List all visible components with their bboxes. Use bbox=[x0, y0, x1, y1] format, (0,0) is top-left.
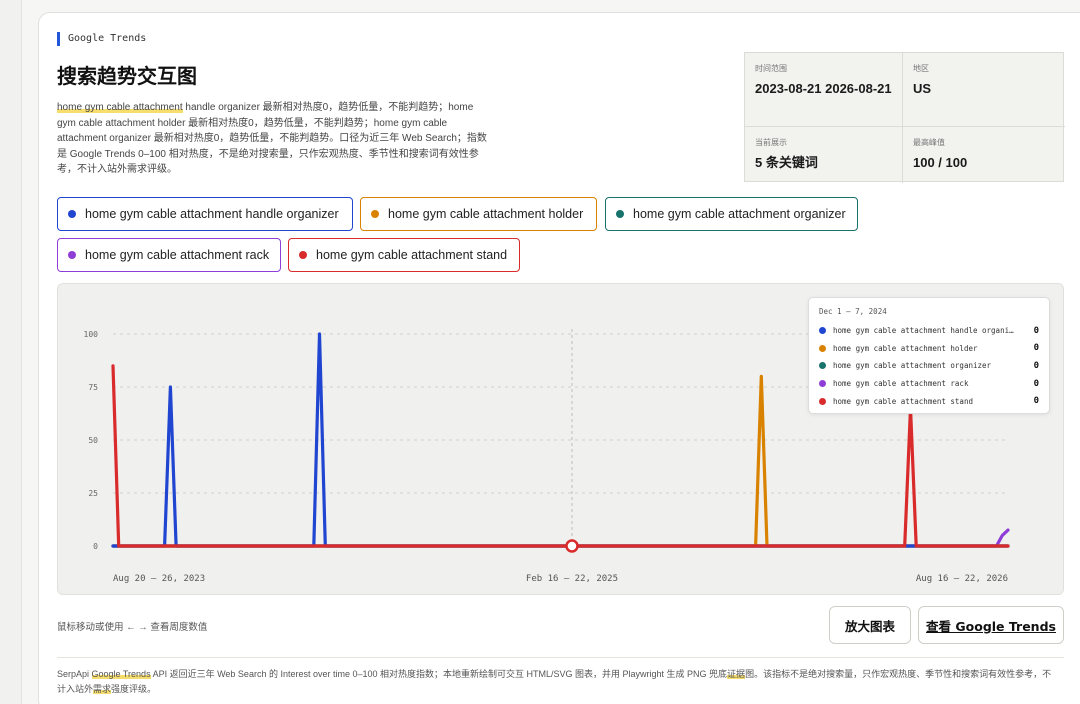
tooltip-series-value: 0 bbox=[1033, 360, 1039, 371]
footer-text: 强度评级。 bbox=[111, 684, 157, 694]
stats-panel: 时间范围 2023-08-21 2026-08-21 地区 US 当前展示 5 … bbox=[744, 52, 1065, 183]
series-dot-icon bbox=[819, 327, 826, 335]
stat-value: 2023-08-21 2026-08-21 bbox=[755, 81, 892, 96]
series-dot-icon bbox=[68, 251, 76, 259]
page-title: 搜索趋势交互图 bbox=[57, 64, 197, 88]
summary-highlight: home gym cable attachment bbox=[57, 102, 183, 113]
tooltip-series-name: home gym cable attachment holder bbox=[833, 343, 978, 353]
hover-point-marker bbox=[565, 539, 579, 553]
stat-value: US bbox=[913, 81, 932, 96]
tooltip-series-name: home gym cable attachment handle organi… bbox=[833, 326, 1014, 336]
series-dot-icon bbox=[819, 380, 826, 388]
y-tick-label: 100 bbox=[84, 330, 99, 339]
tooltip-series-value: 0 bbox=[1033, 396, 1039, 407]
keyword-chip-handle-organizer[interactable]: home gym cable attachment handle organiz… bbox=[57, 197, 353, 231]
stat-label: 最高峰值 bbox=[913, 138, 945, 147]
keyboard-hint: 鼠标移动或使用 ← → 查看周度数值 bbox=[57, 622, 208, 633]
y-tick-label: 25 bbox=[88, 489, 98, 498]
keyword-chip-rack[interactable]: home gym cable attachment rack bbox=[57, 238, 281, 272]
stat-value: 5 条关键词 bbox=[755, 155, 818, 170]
tooltip-row: home gym cable attachment rack 0 bbox=[819, 375, 1039, 393]
view-google-trends-button[interactable]: 查看 Google Trends bbox=[918, 606, 1064, 644]
y-tick-label: 75 bbox=[88, 383, 98, 392]
y-tick-label: 50 bbox=[88, 436, 98, 445]
tooltip-row: home gym cable attachment handle organi…… bbox=[819, 322, 1039, 340]
zoom-chart-button[interactable]: 放大图表 bbox=[829, 606, 911, 644]
keyword-chip-organizer[interactable]: home gym cable attachment organizer bbox=[605, 197, 858, 231]
footer-divider bbox=[57, 657, 1064, 658]
tooltip-series-name: home gym cable attachment rack bbox=[833, 379, 969, 389]
footer-highlight: 证据 bbox=[727, 669, 746, 679]
series-dot-icon bbox=[819, 344, 826, 352]
footer-note: SerpApi Google Trends API 返回近三年 Web Sear… bbox=[57, 667, 1057, 697]
tooltip-series-value: 0 bbox=[1033, 343, 1039, 354]
tooltip-series-name: home gym cable attachment organizer bbox=[833, 361, 992, 371]
footer-text: API 返回近三年 Web Search 的 Interest over tim… bbox=[150, 669, 728, 679]
footer-highlight: 需求 bbox=[93, 684, 112, 694]
y-tick-label: 0 bbox=[93, 542, 98, 551]
series-dot-icon bbox=[371, 210, 379, 218]
tooltip-row: home gym cable attachment stand 0 bbox=[819, 392, 1039, 410]
stat-showing: 当前展示 5 条关键词 bbox=[745, 127, 903, 183]
summary-text: home gym cable attachment handle organiz… bbox=[57, 100, 487, 178]
tooltip-series-value: 0 bbox=[1033, 378, 1039, 389]
footer-highlight: Google Trends bbox=[91, 669, 151, 679]
chip-label: home gym cable attachment stand bbox=[316, 248, 508, 262]
stat-label: 当前展示 bbox=[755, 138, 787, 147]
x-tick-label: Aug 16 – 22, 2026 bbox=[916, 574, 1008, 584]
chip-label: home gym cable attachment rack bbox=[85, 248, 270, 262]
series-line-3 bbox=[111, 528, 1010, 548]
stat-label: 时间范围 bbox=[755, 64, 787, 73]
series-dot-icon bbox=[819, 362, 826, 370]
chart-tooltip: Dec 1 – 7, 2024 home gym cable attachmen… bbox=[808, 297, 1050, 414]
stat-label: 地区 bbox=[913, 64, 929, 73]
series-dot-icon bbox=[819, 397, 826, 405]
stat-peak: 最高峰值 100 / 100 bbox=[903, 127, 1065, 183]
chip-label: home gym cable attachment organizer bbox=[633, 207, 846, 221]
source-tag: Google Trends bbox=[57, 32, 146, 46]
x-tick-label: Aug 20 – 26, 2023 bbox=[113, 574, 205, 584]
series-dot-icon bbox=[299, 251, 307, 259]
tooltip-row: home gym cable attachment holder 0 bbox=[819, 340, 1039, 358]
chip-label: home gym cable attachment handle organiz… bbox=[85, 207, 339, 221]
keyword-chip-stand[interactable]: home gym cable attachment stand bbox=[288, 238, 520, 272]
footer-text: SerpApi bbox=[57, 669, 92, 679]
x-tick-label: Feb 16 – 22, 2025 bbox=[526, 574, 618, 584]
stat-value: 100 / 100 bbox=[913, 155, 968, 170]
left-panel-edge bbox=[0, 0, 22, 704]
series-dot-icon bbox=[616, 210, 624, 218]
chip-label: home gym cable attachment holder bbox=[388, 207, 584, 221]
stat-region: 地区 US bbox=[903, 53, 1065, 127]
tooltip-row: home gym cable attachment organizer 0 bbox=[819, 357, 1039, 375]
series-dot-icon bbox=[68, 210, 76, 218]
stat-time-range: 时间范围 2023-08-21 2026-08-21 bbox=[745, 53, 903, 127]
tooltip-rows: home gym cable attachment handle organi…… bbox=[819, 322, 1039, 410]
keyword-chip-holder[interactable]: home gym cable attachment holder bbox=[360, 197, 597, 231]
tooltip-series-value: 0 bbox=[1033, 325, 1039, 336]
tooltip-series-name: home gym cable attachment stand bbox=[833, 396, 973, 406]
tooltip-title: Dec 1 – 7, 2024 bbox=[819, 307, 887, 316]
